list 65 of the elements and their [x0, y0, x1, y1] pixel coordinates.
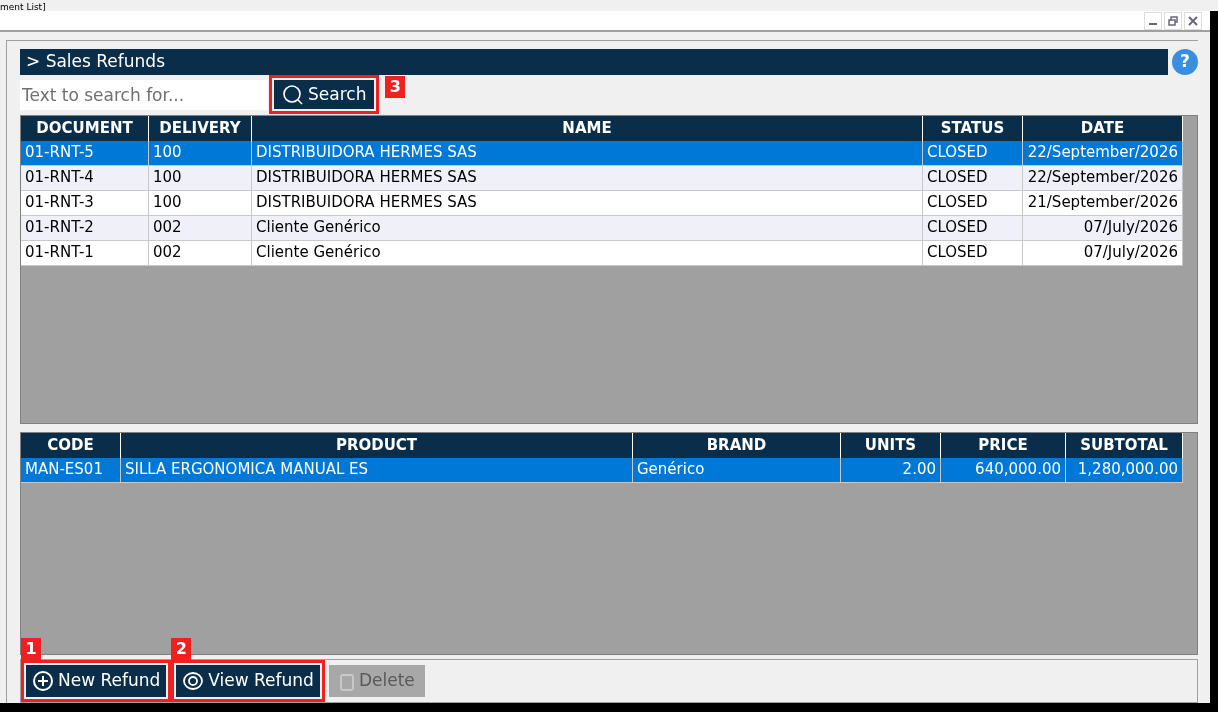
table-cell: 100: [149, 140, 252, 166]
callout-number: 1: [21, 638, 41, 660]
table-cell: 640,000.00: [941, 457, 1066, 483]
search-button[interactable]: Search: [274, 80, 375, 110]
search-field[interactable]: Text to search for...: [20, 79, 268, 110]
table-cell: SILLA ERGONOMICA MANUAL ES: [121, 457, 633, 483]
table-cell: DISTRIBUIDORA HERMES SAS: [252, 140, 923, 166]
table-row[interactable]: 01-RNT-2 002 Cliente Genérico CLOSED 07/July/2026: [21, 215, 1183, 241]
column-header: DELIVERY: [149, 115, 252, 141]
table-cell: CLOSED: [923, 240, 1023, 266]
panel-title-bar: > Sales Refunds: [20, 49, 1168, 75]
callout-number: 2: [171, 638, 192, 660]
table-cell: 21/September/2026: [1023, 190, 1183, 216]
column-header: DOCUMENT: [21, 115, 149, 141]
view-refund-button[interactable]: View Refund: [176, 665, 320, 697]
table-cell: 01-RNT-1: [21, 240, 149, 266]
table-cell: DISTRIBUIDORA HERMES SAS: [252, 165, 923, 191]
table-cell: CLOSED: [923, 190, 1023, 216]
column-header: STATUS: [923, 115, 1023, 141]
close-button[interactable]: [1184, 11, 1202, 30]
table-cell: 002: [149, 215, 252, 241]
table-row[interactable]: 01-RNT-4 100 DISTRIBUIDORA HERMES SAS CLOSED 22/September/2026: [21, 165, 1183, 191]
table-cell: 2.00: [841, 457, 941, 483]
table-row[interactable]: MAN-ES01 SILLA ERGONOMICA MANUAL ES Genérico 2.00 640,000.00 1,280,000.00: [21, 457, 1183, 483]
window-title: ment List]: [0, 2, 46, 12]
table-cell: 22/September/2026: [1023, 140, 1183, 166]
table-cell: MAN-ES01: [21, 457, 121, 483]
column-header: SUBTOTAL: [1066, 432, 1183, 458]
column-header: NAME: [252, 115, 923, 141]
table-cell: 01-RNT-2: [21, 215, 149, 241]
table-cell: 07/July/2026: [1023, 215, 1183, 241]
table-cell: DISTRIBUIDORA HERMES SAS: [252, 190, 923, 216]
table-cell: 01-RNT-4: [21, 165, 149, 191]
column-header: UNITS: [841, 432, 941, 458]
column-header: PRICE: [941, 432, 1066, 458]
callout-number: 3: [385, 76, 406, 98]
table-cell: 01-RNT-5: [21, 140, 149, 166]
column-header: PRODUCT: [121, 432, 633, 458]
table-row[interactable]: 01-RNT-1 002 Cliente Genérico CLOSED 07/July/2026: [21, 240, 1183, 266]
table-cell: 07/July/2026: [1023, 240, 1183, 266]
table-cell: Cliente Genérico: [252, 240, 923, 266]
table-cell: 01-RNT-3: [21, 190, 149, 216]
table-cell: 100: [149, 190, 252, 216]
new-refund-button[interactable]: New Refund: [26, 665, 167, 697]
restore-icon: [1168, 15, 1178, 26]
close-icon: [1188, 15, 1198, 26]
table-cell: Genérico: [633, 457, 841, 483]
table-cell: CLOSED: [923, 165, 1023, 191]
table-cell: Cliente Genérico: [252, 215, 923, 241]
column-header: BRAND: [633, 432, 841, 458]
minimize-button[interactable]: [1144, 11, 1162, 30]
table-row[interactable]: 01-RNT-3 100 DISTRIBUIDORA HERMES SAS CLOSED 21/September/2026: [21, 190, 1183, 216]
column-header: CODE: [21, 432, 121, 458]
plus-circle-icon: [32, 670, 54, 692]
search-icon: [282, 83, 304, 106]
restore-button[interactable]: [1164, 11, 1182, 30]
table-cell: 22/September/2026: [1023, 165, 1183, 191]
column-header: DATE: [1023, 115, 1183, 141]
table-cell: 100: [149, 165, 252, 191]
table-cell: CLOSED: [923, 215, 1023, 241]
table-cell: 1,280,000.00: [1066, 457, 1183, 483]
table-row[interactable]: 01-RNT-5 100 DISTRIBUIDORA HERMES SAS CLOSED 22/September/2026: [21, 140, 1183, 166]
eye-icon: [182, 670, 205, 692]
table-cell: 002: [149, 240, 252, 266]
table-cell: CLOSED: [923, 140, 1023, 166]
